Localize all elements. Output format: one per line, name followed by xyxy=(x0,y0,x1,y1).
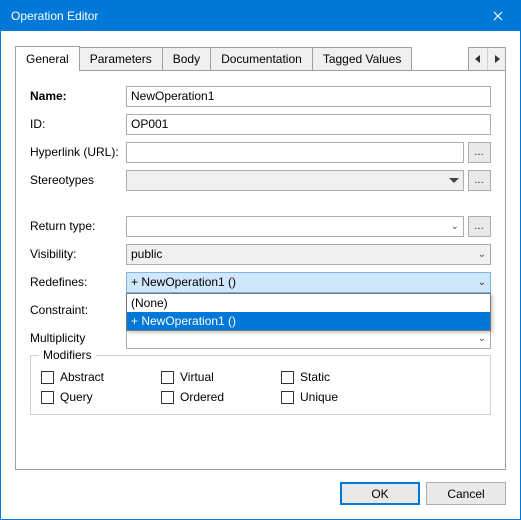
visibility-label: Visibility: xyxy=(30,247,126,261)
return-type-label: Return type: xyxy=(30,219,126,233)
modifiers-legend: Modifiers xyxy=(39,348,96,362)
checkbox-box-icon xyxy=(281,371,294,384)
checkbox-virtual[interactable]: Virtual xyxy=(161,370,281,384)
tab-bar: General Parameters Body Documentation Ta… xyxy=(15,45,506,70)
tab-general[interactable]: General xyxy=(15,46,80,71)
redefines-select[interactable]: + NewOperation1 () ⌄ xyxy=(126,272,491,293)
checkbox-query[interactable]: Query xyxy=(41,390,161,404)
name-label: Name: xyxy=(30,89,126,103)
window-title: Operation Editor xyxy=(11,9,475,23)
checkbox-box-icon xyxy=(41,371,54,384)
name-input[interactable] xyxy=(126,86,491,107)
dialog-body: General Parameters Body Documentation Ta… xyxy=(1,31,520,519)
id-input[interactable] xyxy=(126,114,491,135)
titlebar: Operation Editor xyxy=(1,1,520,31)
triangle-right-icon xyxy=(494,55,500,63)
close-icon xyxy=(493,11,503,21)
checkbox-ordered[interactable]: Ordered xyxy=(161,390,281,404)
operation-editor-window: Operation Editor General Parameters Body… xyxy=(0,0,521,520)
ok-button[interactable]: OK xyxy=(340,482,420,505)
close-button[interactable] xyxy=(475,1,520,31)
checkbox-unique[interactable]: Unique xyxy=(281,390,401,404)
tab-tagged-values[interactable]: Tagged Values xyxy=(312,47,413,70)
tab-parameters[interactable]: Parameters xyxy=(79,47,163,70)
multiplicity-label: Multiplicity xyxy=(30,331,126,345)
chevron-down-icon: ⌄ xyxy=(478,249,486,260)
checkbox-abstract[interactable]: Abstract xyxy=(41,370,161,384)
visibility-value: public xyxy=(131,247,162,261)
hyperlink-browse-button[interactable]: … xyxy=(468,142,491,163)
tab-scroll xyxy=(468,47,506,70)
constraint-label: Constraint: xyxy=(30,303,126,317)
redefines-value: + NewOperation1 () xyxy=(131,275,236,289)
visibility-select[interactable]: public ⌄ xyxy=(126,244,491,265)
chevron-down-icon xyxy=(449,178,459,183)
checkbox-box-icon xyxy=(161,391,174,404)
dialog-buttons: OK Cancel xyxy=(15,470,506,505)
tab-scroll-right[interactable] xyxy=(487,48,505,70)
tab-body[interactable]: Body xyxy=(162,47,211,70)
chevron-down-icon: ⌄ xyxy=(451,221,459,232)
return-type-select[interactable]: ⌄ xyxy=(126,216,464,237)
redefines-option-newop1[interactable]: + NewOperation1 () xyxy=(127,312,490,330)
ellipsis-icon: … xyxy=(474,175,485,186)
checkbox-box-icon xyxy=(41,391,54,404)
checkbox-box-icon xyxy=(161,371,174,384)
multiplicity-select[interactable]: ⌄ xyxy=(126,328,491,349)
ellipsis-icon: … xyxy=(474,221,485,232)
stereotypes-select[interactable] xyxy=(126,170,464,191)
tab-scroll-left[interactable] xyxy=(469,48,487,70)
checkbox-box-icon xyxy=(281,391,294,404)
redefines-option-none[interactable]: (None) xyxy=(127,294,490,312)
redefines-dropdown: (None) + NewOperation1 () xyxy=(126,293,491,331)
hyperlink-label: Hyperlink (URL): xyxy=(30,145,126,159)
id-label: ID: xyxy=(30,117,126,131)
redefines-label: Redefines: xyxy=(30,275,126,289)
chevron-down-icon: ⌄ xyxy=(478,333,486,344)
modifiers-group: Modifiers Abstract Virtual Static xyxy=(30,355,491,415)
return-type-browse-button[interactable]: … xyxy=(468,216,491,237)
ellipsis-icon: … xyxy=(474,147,485,158)
cancel-button[interactable]: Cancel xyxy=(426,482,506,505)
triangle-left-icon xyxy=(475,55,481,63)
checkbox-static[interactable]: Static xyxy=(281,370,401,384)
hyperlink-input[interactable] xyxy=(126,142,464,163)
chevron-down-icon: ⌄ xyxy=(478,277,486,288)
tab-panel-general: Name: ID: Hyperlink (URL): … Stereotypes xyxy=(15,70,506,470)
stereotypes-browse-button[interactable]: … xyxy=(468,170,491,191)
stereotypes-label: Stereotypes xyxy=(30,173,126,187)
tab-documentation[interactable]: Documentation xyxy=(210,47,313,70)
